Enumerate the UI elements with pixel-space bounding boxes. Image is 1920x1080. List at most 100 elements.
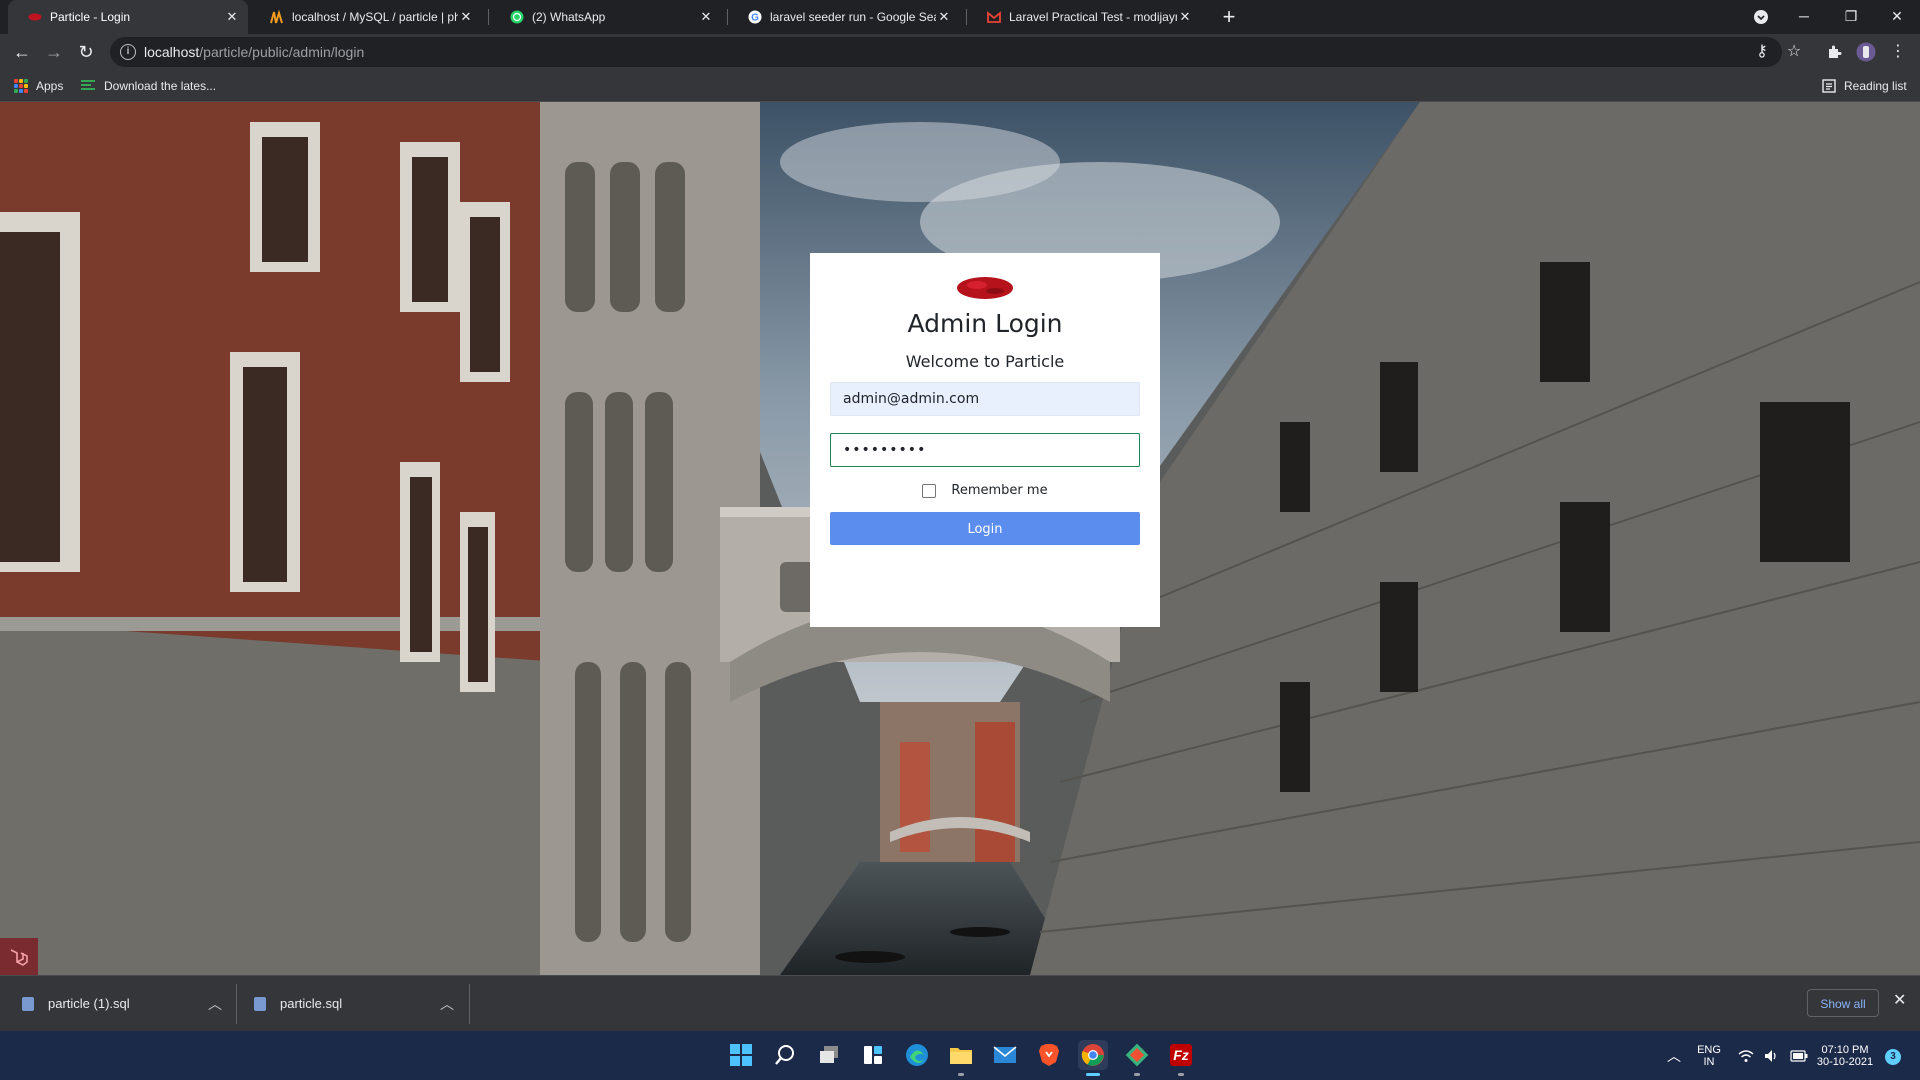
corner-badge[interactable] <box>0 938 38 975</box>
network-volume-battery[interactable] <box>1738 1031 1808 1080</box>
tab-gmail[interactable]: Laravel Practical Test - modijaymin ✕ <box>967 0 1201 34</box>
tab-title: laravel seeder run - Google Search <box>770 10 936 24</box>
tray-overflow-button[interactable]: ︿ <box>1664 1031 1684 1080</box>
forward-button[interactable]: → <box>40 38 68 66</box>
reading-list-label: Reading list <box>1844 78 1907 93</box>
chevron-down-circle-icon <box>1754 10 1768 24</box>
address-bar[interactable]: i localhost/particle/public/admin/login <box>110 37 1782 67</box>
particle-logo <box>957 277 1013 299</box>
close-downloads-icon[interactable]: ✕ <box>1893 990 1906 1010</box>
clock-time: 07:10 PM <box>1821 1043 1869 1056</box>
close-tab-icon[interactable]: ✕ <box>224 9 240 25</box>
close-tab-icon[interactable]: ✕ <box>698 9 714 25</box>
tab-google-search[interactable]: G laravel seeder run - Google Search ✕ <box>728 0 960 34</box>
tab-whatsapp[interactable]: (2) WhatsApp ✕ <box>490 0 722 34</box>
tab-particle-login[interactable]: Particle - Login ✕ <box>8 0 248 34</box>
profile-button[interactable] <box>1852 38 1880 66</box>
download-separator <box>469 984 470 1024</box>
git-button[interactable] <box>1122 1040 1152 1076</box>
star-icon: ☆ <box>1786 43 1802 60</box>
task-view-icon <box>820 1046 838 1063</box>
tab-phpmyadmin[interactable]: localhost / MySQL / particle | phpMyAdmi… <box>250 0 482 34</box>
particle-favicon <box>28 13 42 21</box>
clock[interactable]: 07:10 PM 30-10-2021 <box>1812 1031 1878 1080</box>
mail-button[interactable] <box>990 1040 1020 1070</box>
download-item[interactable]: particle (1).sql ︿ <box>22 976 222 1031</box>
git-icon <box>1125 1043 1149 1067</box>
search-icon <box>775 1045 794 1065</box>
arrow-left-icon: ← <box>13 42 31 62</box>
bookmark-label: Apps <box>36 78 64 93</box>
extensions-button[interactable] <box>1820 38 1848 66</box>
tab-search-button[interactable] <box>1738 0 1784 34</box>
close-tab-icon[interactable]: ✕ <box>936 9 952 25</box>
reload-button[interactable]: ↻ <box>72 38 100 66</box>
bookmark-download[interactable]: Download the lates... <box>80 70 216 101</box>
close-window-button[interactable]: ✕ <box>1874 0 1920 34</box>
chrome-button[interactable] <box>1078 1040 1108 1076</box>
start-button[interactable] <box>726 1040 756 1070</box>
widgets-button[interactable] <box>858 1040 888 1070</box>
widgets-icon <box>864 1046 882 1064</box>
chevron-up-icon[interactable]: ︿ <box>440 994 454 1014</box>
kebab-menu-icon: ⋮ <box>1890 43 1906 60</box>
edge-icon <box>906 1044 928 1066</box>
browser-menu-button[interactable]: ⋮ <box>1884 38 1912 66</box>
phpmyadmin-favicon <box>270 10 283 24</box>
clock-date: 30-10-2021 <box>1816 1055 1874 1068</box>
close-tab-icon[interactable]: ✕ <box>1177 9 1193 25</box>
restore-icon: ❐ <box>1844 8 1858 24</box>
notification-badge[interactable]: 3 <box>1885 1049 1901 1065</box>
laravel-icon <box>10 948 28 966</box>
restore-button[interactable]: ❐ <box>1828 0 1874 34</box>
reading-list-button[interactable]: Reading list <box>1822 70 1907 101</box>
close-tab-icon[interactable]: ✕ <box>458 9 474 25</box>
minimize-button[interactable]: ─ <box>1781 0 1827 34</box>
chevron-up-icon: ︿ <box>1667 1047 1681 1064</box>
file-explorer-button[interactable] <box>946 1040 976 1076</box>
language-indicator[interactable]: ENG IN <box>1692 1031 1726 1080</box>
chevron-up-icon[interactable]: ︿ <box>208 994 222 1014</box>
url-host: localhost <box>144 44 200 60</box>
email-field[interactable] <box>830 382 1140 416</box>
login-button[interactable]: Login <box>830 512 1140 545</box>
puzzle-icon <box>1829 45 1842 58</box>
bookmark-star-button[interactable]: ☆ <box>1780 38 1808 66</box>
volume-icon <box>1765 1049 1776 1062</box>
login-title: Admin Login <box>907 309 1063 338</box>
bookmark-label: Download the lates... <box>104 78 217 93</box>
battery-icon <box>1790 1049 1808 1062</box>
password-field[interactable] <box>830 433 1140 467</box>
login-subtitle: Welcome to Particle <box>905 352 1065 371</box>
running-indicator <box>1134 1073 1140 1076</box>
download-filename: particle (1).sql <box>48 996 130 1011</box>
avatar <box>1856 42 1876 62</box>
new-tab-button[interactable]: + <box>1216 4 1242 30</box>
brave-icon <box>1039 1044 1059 1066</box>
filezilla-button[interactable]: Fz <box>1166 1040 1196 1076</box>
chrome-icon <box>1081 1044 1104 1066</box>
minimize-icon: ─ <box>1799 8 1809 24</box>
reload-icon: ↻ <box>78 42 94 62</box>
password-key-button[interactable]: ⚷ <box>1748 38 1776 66</box>
site-info-icon[interactable]: i <box>120 44 136 60</box>
show-all-downloads-button[interactable]: Show all <box>1807 989 1879 1017</box>
apps-grid-icon <box>14 78 28 93</box>
bookmarks-bar: Apps Download the lates... Reading list <box>0 70 1920 102</box>
download-item[interactable]: particle.sql ︿ <box>254 976 454 1031</box>
edge-button[interactable] <box>902 1040 932 1070</box>
back-button[interactable]: ← <box>8 38 36 66</box>
download-filename: particle.sql <box>280 996 343 1011</box>
task-view-button[interactable] <box>814 1040 844 1070</box>
remember-me-label: Remember me <box>951 483 1048 498</box>
running-indicator <box>958 1073 964 1076</box>
whatsapp-favicon <box>510 10 524 24</box>
tab-separator <box>488 9 489 25</box>
remember-me-checkbox[interactable] <box>922 483 937 498</box>
remember-me-row[interactable]: Remember me <box>830 483 1140 498</box>
taskbar-search-button[interactable] <box>770 1040 800 1070</box>
reading-list-icon <box>1822 78 1836 93</box>
brave-button[interactable] <box>1034 1040 1064 1070</box>
tab-title: Particle - Login <box>50 10 131 24</box>
bookmark-apps[interactable]: Apps <box>14 70 63 101</box>
